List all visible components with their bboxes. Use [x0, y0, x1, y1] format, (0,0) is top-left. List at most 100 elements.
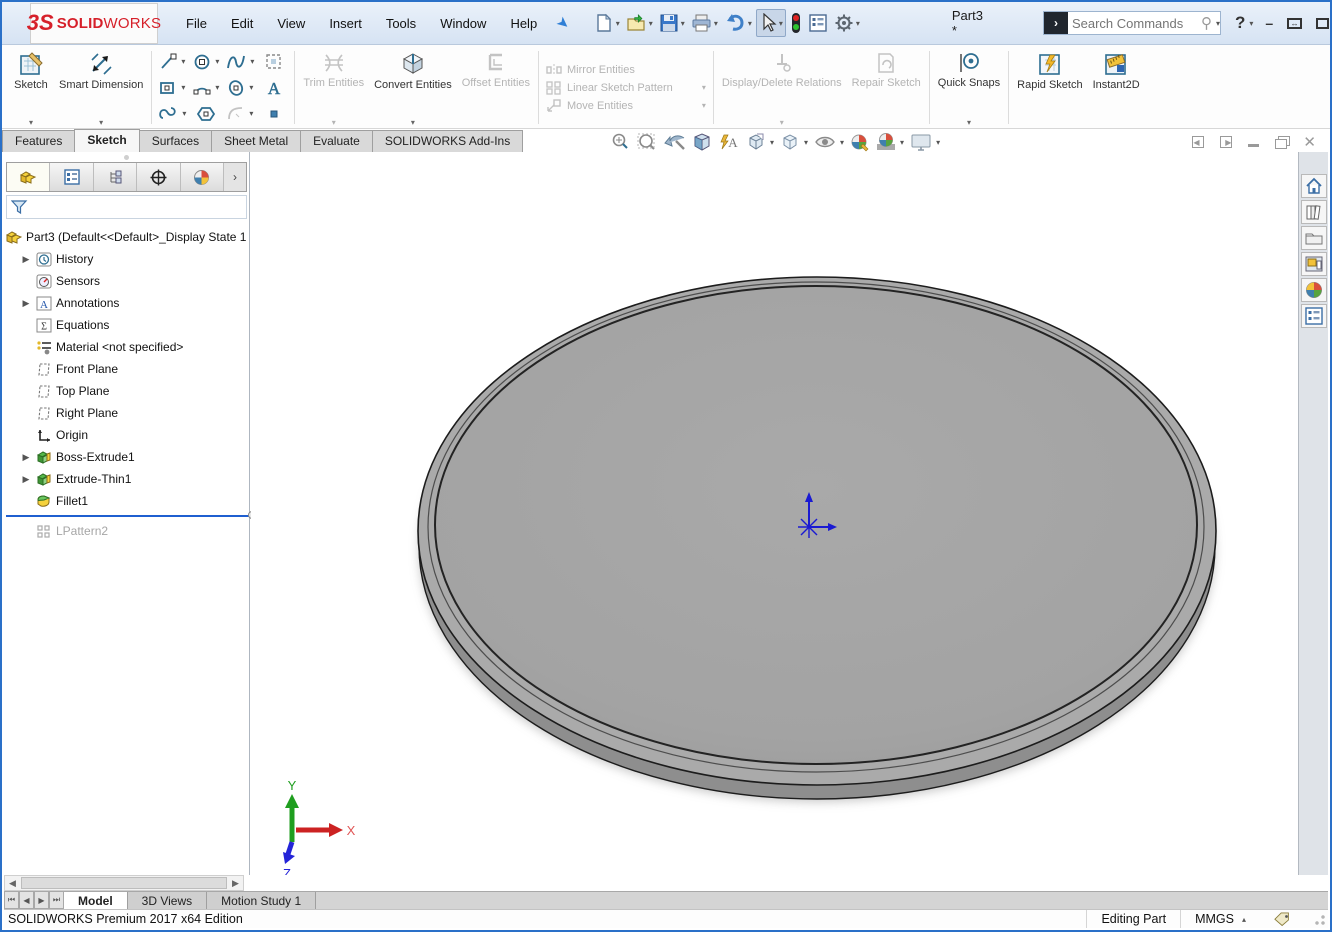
design-library-button[interactable] — [1301, 200, 1327, 224]
trim-entities-button[interactable]: Trim Entities ▾ — [298, 47, 369, 128]
tree-item-top-plane[interactable]: Top Plane — [6, 380, 249, 402]
maximize-button[interactable] — [1316, 18, 1329, 29]
menu-edit[interactable]: Edit — [221, 11, 263, 36]
smart-dimension-dropdown-icon[interactable]: ▾ — [99, 118, 103, 127]
linear-pattern-dropdown-icon[interactable]: ▾ — [678, 83, 706, 92]
doc-restore-button[interactable] — [1275, 139, 1287, 149]
pin-menu-icon[interactable]: ➤ — [553, 12, 574, 34]
panel-tabs-overflow-icon[interactable]: › — [224, 170, 246, 184]
hide-show-items-button[interactable]: ▾ — [814, 133, 844, 151]
line-tool[interactable]: ▾ — [155, 49, 189, 75]
restore-split-button[interactable]: ↔ — [1287, 18, 1302, 29]
mirror-entities-button[interactable]: Mirror Entities — [546, 63, 706, 77]
quick-snaps-dropdown-icon[interactable]: ▾ — [967, 118, 971, 127]
tag-cell[interactable] — [1260, 910, 1306, 928]
scroll-right-icon[interactable]: ▶ — [228, 878, 243, 889]
tree-item-extrude-thin1[interactable]: ▶ Extrude-Thin1 — [6, 468, 249, 490]
annotation-view-button[interactable]: A — [718, 132, 740, 152]
display-style-button[interactable]: ▾ — [780, 132, 808, 152]
tree-item-sensors[interactable]: Sensors — [6, 270, 249, 292]
tree-item-material[interactable]: Material <not specified> — [6, 336, 249, 358]
expand-arrow-icon[interactable]: ▶ — [20, 474, 32, 485]
select-button[interactable]: ▾ — [756, 9, 786, 37]
help-dropdown-icon[interactable]: ▾ — [1249, 19, 1253, 28]
view-orientation-button[interactable]: ▾ — [746, 132, 774, 152]
tab-model[interactable]: Model — [64, 892, 128, 909]
quick-snaps-button[interactable]: Quick Snaps ▾ — [933, 47, 1005, 128]
sketch-dropdown-icon[interactable]: ▾ — [29, 118, 33, 127]
panel-splitter-handle[interactable] — [4, 152, 249, 162]
linear-sketch-pattern-button[interactable]: Linear Sketch Pattern ▾ — [546, 81, 706, 95]
appearances-scenes-button[interactable] — [1301, 278, 1327, 302]
home-button[interactable] — [1301, 174, 1327, 198]
configuration-manager-tab[interactable] — [94, 163, 137, 191]
rectangle-tool[interactable]: ▾ — [155, 75, 189, 101]
doc-minimize-button[interactable] — [1248, 144, 1259, 147]
convert-entities-dropdown-icon[interactable]: ▾ — [411, 118, 415, 127]
custom-properties-button[interactable] — [1301, 304, 1327, 328]
menu-help[interactable]: Help — [500, 11, 547, 36]
tab-features[interactable]: Features — [2, 130, 75, 152]
view-settings-button[interactable]: ▾ — [910, 132, 940, 152]
last-tab-icon[interactable]: ⏭ — [49, 892, 64, 909]
tree-item-boss-extrude1[interactable]: ▶ Boss-Extrude1 — [6, 446, 249, 468]
text-tool[interactable]: A — [257, 75, 291, 101]
point-tool[interactable] — [257, 101, 291, 127]
move-entities-button[interactable]: Move Entities ▾ — [546, 99, 706, 113]
instant2d-button[interactable]: Instant2D — [1088, 47, 1145, 128]
spline-tool[interactable]: ▾ — [223, 49, 257, 75]
zoom-to-fit-button[interactable] — [610, 132, 630, 152]
rapid-sketch-button[interactable]: Rapid Sketch — [1012, 47, 1087, 128]
search-icon[interactable]: ⚲ — [1201, 14, 1214, 32]
tree-horizontal-scrollbar[interactable]: ◀ ▶ — [4, 875, 244, 891]
tab-motion-study-1[interactable]: Motion Study 1 — [207, 892, 316, 909]
interference-lights-button[interactable] — [788, 9, 804, 37]
repair-sketch-button[interactable]: Repair Sketch — [847, 47, 926, 128]
minimize-button[interactable]: – — [1265, 16, 1273, 30]
offset-entities-button[interactable]: Offset Entities — [457, 47, 535, 128]
previous-view-button[interactable] — [664, 132, 686, 152]
expand-arrow-icon[interactable]: ▶ — [20, 452, 32, 463]
menu-insert[interactable]: Insert — [319, 11, 372, 36]
command-search[interactable]: › ⚲ ▾ — [1043, 11, 1221, 35]
section-view-button[interactable] — [692, 132, 712, 152]
tree-root-part[interactable]: Part3 (Default<<Default>_Display State 1 — [6, 226, 249, 248]
prev-tab-icon[interactable]: ◀ — [19, 892, 34, 909]
tree-filter[interactable] — [6, 195, 247, 219]
property-manager-tab[interactable] — [50, 163, 93, 191]
doc-close-button[interactable]: ✕ — [1303, 133, 1316, 151]
tab-surfaces[interactable]: Surfaces — [139, 130, 212, 152]
units-selector[interactable]: MMGS ▴ — [1180, 910, 1260, 928]
tree-item-equations[interactable]: Σ Equations — [6, 314, 249, 336]
tree-item-right-plane[interactable]: Right Plane — [6, 402, 249, 424]
menu-file[interactable]: File — [176, 11, 217, 36]
graphics-viewport[interactable]: Y X Z — [251, 152, 1298, 875]
save-button[interactable]: ▾ — [657, 10, 687, 36]
move-entities-dropdown-icon[interactable]: ▾ — [678, 101, 706, 110]
collapse-panel-left-icon[interactable]: ◀ — [1192, 136, 1204, 148]
undo-button[interactable]: ▾ — [722, 10, 754, 36]
search-input[interactable] — [1068, 16, 1201, 31]
view-palette-button[interactable] — [1301, 252, 1327, 276]
tree-item-annotations[interactable]: ▶ A Annotations — [6, 292, 249, 314]
rollback-bar[interactable] — [6, 514, 249, 518]
tab-sketch[interactable]: Sketch — [74, 129, 139, 152]
menu-tools[interactable]: Tools — [376, 11, 426, 36]
sketch-button[interactable]: Sketch ▾ — [8, 47, 54, 128]
tree-item-origin[interactable]: Origin — [6, 424, 249, 446]
next-tab-icon[interactable]: ▶ — [34, 892, 49, 909]
settings-button[interactable]: ▾ — [832, 10, 862, 36]
options-list-button[interactable] — [806, 10, 830, 36]
tab-sheet-metal[interactable]: Sheet Metal — [211, 130, 301, 152]
convert-entities-button[interactable]: Convert Entities ▾ — [369, 47, 457, 128]
new-document-button[interactable]: ▾ — [592, 10, 622, 36]
dimxpert-manager-tab[interactable] — [137, 163, 180, 191]
tab-3d-views[interactable]: 3D Views — [128, 892, 207, 909]
first-tab-icon[interactable]: ⏮ — [4, 892, 19, 909]
polygon-tool[interactable] — [189, 101, 223, 127]
expand-panel-right-icon[interactable]: ▶ — [1220, 136, 1232, 148]
model-disc[interactable]: Y X Z — [251, 152, 1298, 875]
edit-appearance-button[interactable] — [850, 132, 870, 152]
tree-item-fillet1[interactable]: Fillet1 — [6, 490, 249, 512]
sketch-fillet-tool[interactable]: ▾ — [223, 101, 257, 127]
